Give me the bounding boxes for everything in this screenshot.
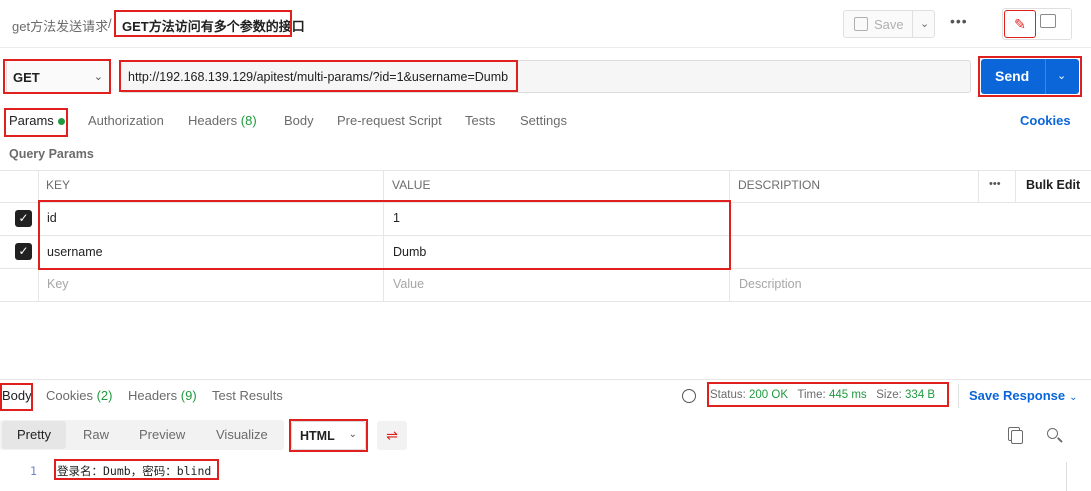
tab-body[interactable]: Body — [284, 113, 314, 128]
table-border — [0, 170, 1091, 171]
save-response-button[interactable]: Save Response ⌄ — [969, 388, 1078, 403]
send-divider — [1045, 59, 1046, 94]
table-more-button[interactable]: ••• — [989, 178, 1001, 190]
chevron-down-icon[interactable]: ⌄ — [920, 17, 929, 30]
format-pretty[interactable]: Pretty — [17, 427, 51, 442]
time-value: 445 ms — [828, 389, 867, 401]
tab-tests[interactable]: Tests — [465, 113, 495, 128]
param-key[interactable]: id — [47, 211, 57, 225]
table-border — [0, 268, 1091, 269]
row-checkbox[interactable]: ✓ — [15, 210, 32, 227]
url-input[interactable]: http://192.168.139.129/apitest/multi-par… — [120, 60, 971, 93]
value-placeholder[interactable]: Value — [393, 277, 424, 291]
wrap-lines-icon[interactable]: ⇌ — [377, 421, 407, 450]
row-checkbox[interactable]: ✓ — [15, 243, 32, 260]
param-value[interactable]: Dumb — [393, 245, 426, 259]
response-code-line: 登录名：Dumb，密码：blind — [57, 464, 212, 478]
response-divider — [0, 379, 1091, 380]
tab-headers[interactable]: Headers (8) — [188, 113, 257, 128]
comment-icon[interactable] — [1040, 14, 1056, 28]
size-value: 334 B — [905, 389, 936, 401]
line-number: 1 — [30, 464, 37, 478]
tab-prerequest-script[interactable]: Pre-request Script — [337, 113, 442, 128]
table-border — [0, 301, 1091, 302]
tab-response-cookies[interactable]: Cookies (2) — [46, 388, 112, 403]
table-border — [38, 170, 39, 301]
send-button[interactable]: Send ⌄ — [981, 59, 1079, 94]
response-status-bar: Status: 200 OK Time: 445 ms Size: 334 B — [710, 389, 936, 401]
search-icon[interactable] — [1047, 428, 1058, 439]
column-header-value: VALUE — [392, 178, 431, 192]
method-value: GET — [13, 70, 40, 85]
table-border — [0, 202, 1091, 203]
method-select[interactable]: GET ⌄ — [6, 60, 110, 93]
description-placeholder[interactable]: Description — [739, 277, 802, 291]
query-params-title: Query Params — [9, 147, 94, 161]
table-border — [1015, 170, 1016, 203]
bulk-edit-button[interactable]: Bulk Edit — [1026, 178, 1080, 192]
save-icon — [854, 17, 868, 31]
save-label: Save — [874, 17, 904, 32]
breadcrumb-separator: / — [108, 16, 112, 31]
edit-icon[interactable]: ✎ — [1004, 10, 1036, 38]
globe-icon[interactable] — [682, 389, 696, 403]
table-border — [978, 170, 979, 203]
param-key[interactable]: username — [47, 245, 103, 259]
language-select[interactable]: HTML ⌄ — [291, 421, 366, 450]
table-border — [0, 235, 1091, 236]
save-divider — [912, 11, 913, 37]
tab-settings[interactable]: Settings — [520, 113, 567, 128]
more-options-button[interactable]: ••• — [950, 13, 968, 29]
table-border — [729, 170, 730, 301]
tab-response-body[interactable]: Body — [2, 388, 32, 403]
chevron-down-icon: ⌄ — [93, 71, 103, 83]
format-visualize[interactable]: Visualize — [216, 427, 268, 442]
format-preview[interactable]: Preview — [139, 427, 185, 442]
tab-response-headers[interactable]: Headers (9) — [128, 388, 197, 403]
url-value: http://192.168.139.129/apitest/multi-par… — [128, 70, 509, 84]
chevron-down-icon: ⌄ — [348, 429, 357, 440]
cookies-link[interactable]: Cookies — [1020, 113, 1071, 128]
chevron-down-icon: ⌄ — [1069, 392, 1078, 403]
status-value: 200 OK — [749, 389, 789, 401]
tab-authorization[interactable]: Authorization — [88, 113, 164, 128]
request-title[interactable]: GET方法访问有多个参数的接口 — [122, 16, 305, 35]
tab-params[interactable]: Params — [9, 113, 65, 128]
copy-icon[interactable] — [1011, 430, 1023, 444]
tab-test-results[interactable]: Test Results — [212, 388, 283, 403]
divider — [958, 384, 959, 408]
breadcrumb-parent[interactable]: get方法发送请求 — [12, 16, 108, 35]
column-header-key: KEY — [46, 178, 71, 192]
format-raw[interactable]: Raw — [83, 427, 109, 442]
chevron-down-icon[interactable]: ⌄ — [1057, 69, 1066, 82]
scrollbar[interactable] — [1066, 462, 1067, 491]
table-border — [383, 170, 384, 301]
param-value[interactable]: 1 — [393, 211, 400, 225]
key-placeholder[interactable]: Key — [47, 277, 69, 291]
language-value: HTML — [300, 429, 335, 443]
column-header-description: DESCRIPTION — [738, 178, 821, 192]
params-active-dot — [57, 118, 65, 126]
send-label: Send — [995, 68, 1030, 84]
save-button[interactable]: Save ⌄ — [843, 10, 935, 38]
